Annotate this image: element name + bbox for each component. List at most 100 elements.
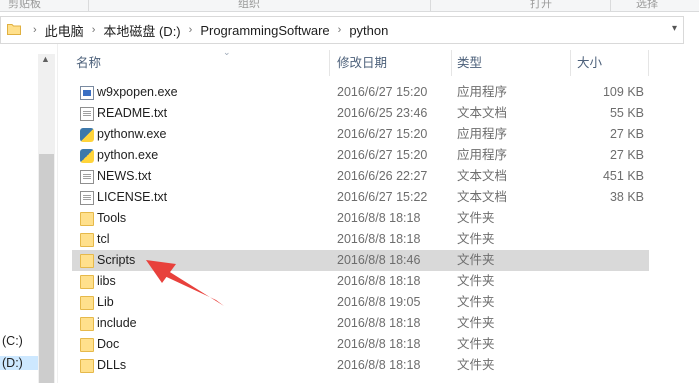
file-row[interactable]: Doc 2016/8/8 18:18 文件夹 — [72, 334, 649, 355]
file-name: Tools — [97, 211, 127, 225]
file-name: LICENSE.txt — [97, 190, 168, 204]
file-type: 文本文档 — [457, 190, 508, 204]
file-size: 38 KB — [609, 190, 644, 204]
file-type: 文件夹 — [457, 253, 495, 267]
file-type: 文件夹 — [457, 211, 495, 225]
file-name: tcl — [97, 232, 110, 246]
file-type: 文件夹 — [457, 295, 495, 309]
file-date: 2016/6/27 15:20 — [337, 148, 428, 162]
file-date: 2016/8/8 18:18 — [337, 211, 421, 225]
breadcrumb-local-disk-d[interactable]: 本地磁盘 (D:) — [103, 21, 180, 40]
file-date: 2016/8/8 18:18 — [337, 232, 421, 246]
column-divider[interactable] — [451, 50, 452, 76]
file-size: 109 KB — [602, 85, 644, 99]
file-date: 2016/8/8 18:18 — [337, 316, 421, 330]
file-row[interactable]: NEWS.txt 2016/6/26 22:27 文本文档 451 KB — [72, 166, 649, 187]
breadcrumb-programming-software[interactable]: ProgrammingSoftware — [200, 23, 329, 38]
address-bar[interactable]: › 此电脑 › 本地磁盘 (D:) › ProgrammingSoftware … — [0, 16, 684, 44]
file-name: python.exe — [97, 148, 159, 162]
breadcrumb-python[interactable]: python — [349, 23, 388, 38]
folder-icon — [7, 24, 21, 35]
file-row[interactable]: python.exe 2016/6/27 15:20 应用程序 27 KB — [72, 145, 649, 166]
file-name: README.txt — [97, 106, 168, 120]
breadcrumb: › 此电脑 › 本地磁盘 (D:) › ProgrammingSoftware … — [25, 17, 388, 43]
folder-icon — [80, 254, 94, 268]
file-name: libs — [97, 274, 116, 288]
file-row[interactable]: w9xpopen.exe 2016/6/27 15:20 应用程序 109 KB — [72, 82, 649, 103]
column-divider[interactable] — [329, 50, 330, 76]
file-row[interactable]: Tools 2016/8/8 18:18 文件夹 — [72, 208, 649, 229]
folder-icon — [80, 296, 94, 310]
chevron-down-icon[interactable]: ▾ — [672, 23, 677, 34]
file-date: 2016/6/27 15:20 — [337, 127, 428, 141]
file-row[interactable]: LICENSE.txt 2016/6/27 15:22 文本文档 38 KB — [72, 187, 649, 208]
chevron-right-icon[interactable]: › — [189, 24, 193, 36]
nav-drive-c[interactable]: (C:) — [2, 334, 23, 348]
file-date: 2016/6/25 23:46 — [337, 106, 428, 120]
chevron-right-icon[interactable]: › — [33, 24, 37, 36]
ribbon: 剪贴板 组织 新建 打开 选择 — [0, 0, 699, 12]
python-icon — [80, 128, 94, 142]
column-header: ⌄ 名称 修改日期 类型 大小 — [72, 47, 649, 76]
ribbon-separator — [88, 0, 89, 11]
file-date: 2016/6/27 15:22 — [337, 190, 428, 204]
ribbon-separator — [610, 0, 611, 11]
ribbon-group-open: 打开 — [530, 0, 552, 10]
file-size: 27 KB — [609, 148, 644, 162]
file-type: 应用程序 — [457, 85, 508, 99]
folder-icon — [80, 338, 94, 352]
chevron-right-icon[interactable]: › — [92, 24, 96, 36]
file-name: Doc — [97, 337, 120, 351]
file-row[interactable]: Lib 2016/8/8 19:05 文件夹 — [72, 292, 649, 313]
file-date: 2016/6/27 15:20 — [337, 85, 428, 99]
file-date: 2016/6/26 22:27 — [337, 169, 428, 183]
file-date: 2016/8/8 18:18 — [337, 337, 421, 351]
breadcrumb-this-pc[interactable]: 此电脑 — [45, 21, 84, 40]
file-type: 应用程序 — [457, 148, 508, 162]
chevron-right-icon[interactable]: › — [338, 24, 342, 36]
file-row[interactable]: pythonw.exe 2016/6/27 15:20 应用程序 27 KB — [72, 124, 649, 145]
file-row[interactable]: libs 2016/8/8 18:18 文件夹 — [72, 271, 649, 292]
ribbon-group-organize: 组织 — [238, 0, 260, 10]
scroll-up-icon[interactable]: ▲ — [41, 54, 50, 64]
file-name: Scripts — [97, 253, 136, 267]
ribbon-group-select: 选择 — [636, 0, 658, 10]
file-date: 2016/8/8 18:46 — [337, 253, 421, 267]
file-name: pythonw.exe — [97, 127, 167, 141]
exe-icon — [80, 86, 94, 100]
folder-icon — [80, 212, 94, 226]
folder-icon — [80, 233, 94, 247]
text-file-icon — [80, 170, 94, 184]
file-name: w9xpopen.exe — [97, 85, 178, 99]
column-date[interactable]: 修改日期 — [333, 50, 451, 76]
file-size: 55 KB — [609, 106, 644, 120]
file-list: w9xpopen.exe 2016/6/27 15:20 应用程序 109 KB REA… — [72, 82, 649, 376]
column-size[interactable]: 大小 — [573, 50, 649, 76]
text-file-icon — [80, 191, 94, 205]
file-row[interactable]: README.txt 2016/6/25 23:46 文本文档 55 KB — [72, 103, 649, 124]
file-type: 文件夹 — [457, 274, 495, 288]
file-size: 451 KB — [602, 169, 644, 183]
file-row[interactable]: include 2016/8/8 18:18 文件夹 — [72, 313, 649, 334]
file-row[interactable]: tcl 2016/8/8 18:18 文件夹 — [72, 229, 649, 250]
file-row[interactable]: Scripts 2016/8/8 18:46 文件夹 — [72, 250, 649, 271]
folder-icon — [80, 317, 94, 331]
file-type: 文件夹 — [457, 358, 495, 372]
file-type: 应用程序 — [457, 127, 508, 141]
column-divider[interactable] — [648, 50, 649, 76]
file-type: 文本文档 — [457, 169, 508, 183]
file-date: 2016/8/8 19:05 — [337, 295, 421, 309]
column-name[interactable]: 名称 — [72, 50, 328, 76]
file-type: 文件夹 — [457, 337, 495, 351]
nav-drive-d[interactable]: (D:) — [0, 356, 38, 370]
file-row[interactable]: DLLs 2016/8/8 18:18 文件夹 — [72, 355, 649, 376]
file-date: 2016/8/8 18:18 — [337, 274, 421, 288]
column-divider[interactable] — [570, 50, 571, 76]
scrollbar-thumb[interactable] — [39, 154, 54, 383]
folder-icon — [80, 275, 94, 289]
python-icon — [80, 149, 94, 163]
file-date: 2016/8/8 18:18 — [337, 358, 421, 372]
file-name: DLLs — [97, 358, 127, 372]
column-type[interactable]: 类型 — [453, 50, 571, 76]
file-name: NEWS.txt — [97, 169, 152, 183]
